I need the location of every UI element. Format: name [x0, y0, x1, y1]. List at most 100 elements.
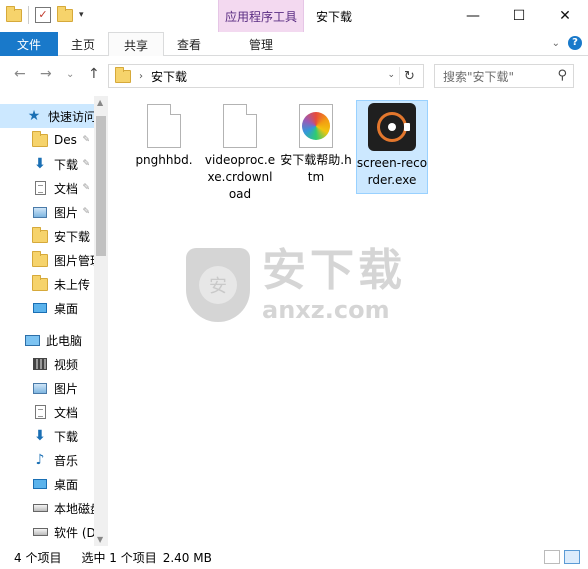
search-input[interactable]: 搜索"安下载" ⚲ [434, 64, 574, 88]
tab-file[interactable]: 文件 [0, 32, 58, 56]
sidebar-item-pictures-pinned[interactable]: 图片 ✎ [0, 200, 94, 224]
sidebar-item-label: 安下载 [54, 229, 91, 244]
status-bar: 4 个项目 选中 1 个项目 2.40 MB [0, 546, 588, 569]
address-dropdown[interactable]: ⌄ [387, 70, 395, 80]
sidebar-scrollbar[interactable]: ▲ ▼ [94, 96, 108, 546]
selected-count: 选中 1 个项目 [81, 551, 157, 565]
selected-size: 2.40 MB [162, 550, 212, 565]
sidebar-item-label: 下载 [54, 157, 79, 172]
watermark-cn: 安下载 [262, 245, 406, 296]
file-name: screen-recorder.exe [356, 156, 428, 187]
maximize-button[interactable]: ☐ [496, 0, 542, 32]
sidebar-item-label: 此电脑 [46, 333, 83, 348]
scroll-up-arrow[interactable]: ▲ [97, 98, 103, 107]
tab-home[interactable]: 主页 [58, 32, 108, 56]
up-button[interactable]: ↑ [88, 66, 100, 82]
sidebar-item-local-disk[interactable]: 本地磁盘 [0, 496, 94, 520]
sidebar-item-label: 桌面 [54, 477, 79, 492]
sidebar-item-label: Des [54, 133, 77, 147]
folder-icon [115, 66, 131, 83]
download-icon: ⬇ [34, 156, 46, 172]
computer-icon [24, 334, 40, 346]
sidebar-item-this-pc[interactable]: 此电脑 [0, 328, 94, 352]
watermark-en: anxz.com [262, 296, 390, 324]
toolbar-separator [28, 6, 29, 24]
picture-icon [33, 382, 47, 394]
minimize-button[interactable]: — [450, 0, 496, 32]
sidebar-item-label: 文档 [54, 405, 79, 420]
picture-icon [33, 206, 47, 218]
star-icon: ★ [27, 108, 41, 124]
sidebar-item-label: 文档 [54, 181, 79, 196]
sidebar-item-quick-access[interactable]: ★ 快速访问 [0, 104, 94, 128]
pin-icon: ✎ [82, 207, 90, 217]
file-item[interactable]: videoproc.exe.crdownload [204, 104, 276, 203]
window-title: 安下载 [316, 10, 353, 24]
folder-icon [32, 226, 48, 243]
back-button[interactable]: ← [14, 66, 26, 82]
ribbon-tabs: 文件 主页 共享 查看 管理 ⌄ ? [0, 32, 588, 57]
sidebar-item-downloads[interactable]: ⬇ 下载 [0, 424, 94, 448]
details-view-icon[interactable] [544, 550, 560, 564]
sidebar-item-not-uploaded[interactable]: 未上传 [0, 272, 94, 296]
forward-button[interactable]: → [40, 66, 52, 82]
folder-icon [32, 130, 48, 147]
close-button[interactable]: ✕ [542, 0, 588, 32]
sidebar-item-label: 桌面 [54, 301, 79, 316]
recent-locations-button[interactable]: ⌄ [66, 69, 74, 80]
desktop-icon [33, 479, 47, 489]
sidebar-item-music[interactable]: ♪ 音乐 [0, 448, 94, 472]
folder-icon[interactable] [6, 5, 22, 22]
folder-icon [32, 274, 48, 291]
music-icon: ♪ [35, 452, 45, 468]
large-icons-view-icon[interactable] [564, 550, 580, 564]
file-view: 安 安下载 anxz.com pnghhbd. videoproc.exe.cr… [108, 96, 588, 546]
scroll-down-arrow[interactable]: ▼ [97, 535, 103, 544]
breadcrumb-separator: › [139, 70, 143, 82]
properties-icon[interactable]: ✓ [35, 7, 51, 23]
file-item[interactable]: pnghhbd. [128, 104, 200, 169]
file-item[interactable]: 安下载帮助.htm [280, 104, 352, 186]
title-bar: ✓ ▾ 应用程序工具 安下载 — ☐ ✕ [0, 0, 588, 32]
watermark-logo: 安 安下载 anxz.com [186, 246, 406, 324]
sidebar-item-desktop[interactable]: 桌面 [0, 296, 94, 320]
ribbon-right-controls: ⌄ ? [552, 36, 582, 50]
customize-toolbar-dropdown[interactable]: ▾ [79, 10, 84, 20]
tab-manage[interactable]: 管理 [218, 32, 304, 56]
shield-icon: 安 [186, 248, 250, 322]
sidebar-item-label: 图片 [54, 205, 79, 220]
screen-recorder-app-icon [368, 103, 416, 151]
sidebar-item-label: 本地磁盘 [54, 501, 94, 516]
sidebar-item-desktop-pc[interactable]: 桌面 [0, 472, 94, 496]
blank-file-icon [147, 104, 181, 148]
sidebar-item-label: 视频 [54, 357, 79, 372]
sidebar-item-downloads-pinned[interactable]: ⬇ 下载 ✎ [0, 152, 94, 176]
pin-icon: ✎ [82, 159, 90, 169]
new-folder-icon[interactable] [57, 5, 73, 22]
help-icon[interactable]: ? [568, 36, 582, 50]
sidebar-item-documents-pinned[interactable]: 文档 ✎ [0, 176, 94, 200]
pin-icon: ✎ [82, 183, 90, 193]
refresh-button[interactable]: ↻ [399, 67, 419, 85]
tab-share[interactable]: 共享 [108, 32, 164, 57]
download-icon: ⬇ [34, 428, 46, 444]
search-icon[interactable]: ⚲ [557, 68, 567, 83]
pin-icon: ✎ [82, 135, 90, 145]
file-item-selected[interactable]: screen-recorder.exe [356, 100, 428, 194]
navigation-pane: ★ 快速访问 Des ✎ ⬇ 下载 ✎ 文档 ✎ 图片 ✎ 安下载 图片管理 未… [0, 96, 108, 546]
sidebar-item-documents[interactable]: 文档 [0, 400, 94, 424]
expand-ribbon-icon[interactable]: ⌄ [552, 38, 560, 49]
sidebar-item-pictures[interactable]: 图片 [0, 376, 94, 400]
sidebar-item-desktop-pinned[interactable]: Des ✎ [0, 128, 94, 152]
address-bar[interactable]: › 安下载 ⌄ ↻ [108, 64, 424, 88]
sidebar-item-label: 音乐 [54, 453, 79, 468]
drive-icon [32, 528, 48, 536]
sidebar-item-videos[interactable]: 视频 [0, 352, 94, 376]
sidebar-item-software-drive[interactable]: 软件 (D [0, 520, 94, 544]
sidebar-item-anxiazai[interactable]: 安下载 [0, 224, 94, 248]
scroll-thumb[interactable] [96, 116, 106, 256]
sidebar-item-label: 图片 [54, 381, 79, 396]
breadcrumb-current[interactable]: 安下载 [151, 68, 187, 85]
sidebar-item-picture-manager[interactable]: 图片管理 [0, 248, 94, 272]
tab-view[interactable]: 查看 [164, 32, 214, 56]
